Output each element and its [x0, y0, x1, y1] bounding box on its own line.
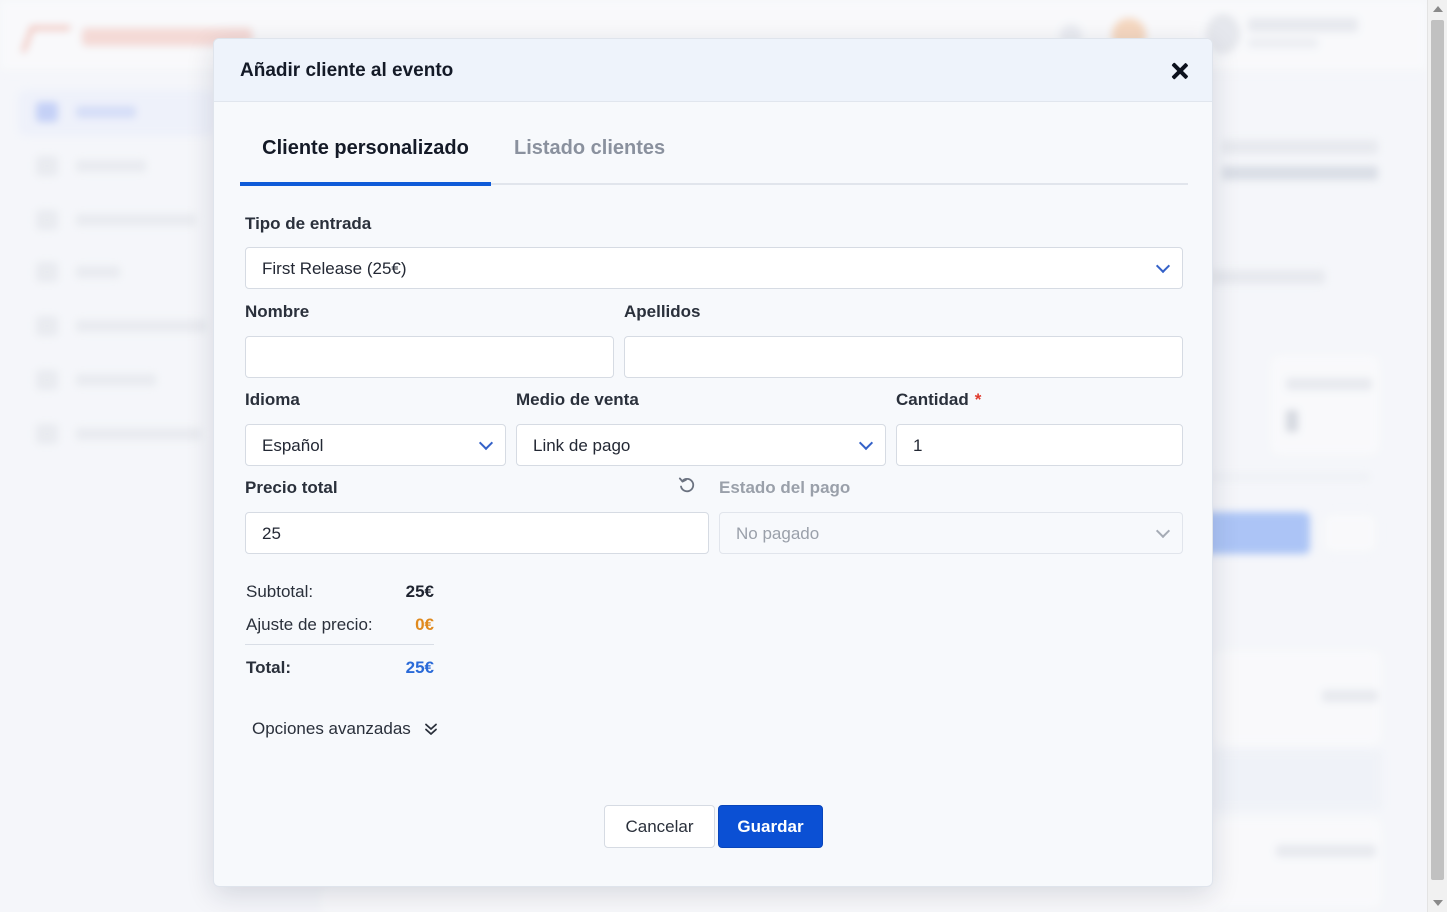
sales-channel-select[interactable]: Link de pago [516, 424, 886, 466]
payment-status-label: Estado del pago [719, 478, 851, 497]
first-name-input[interactable] [245, 336, 614, 378]
chevron-down-icon [478, 435, 494, 451]
modal-title: Añadir cliente al evento [240, 60, 454, 81]
ticket-type-value: First Release (25€) [262, 259, 407, 278]
save-button[interactable]: Guardar [718, 805, 823, 848]
tab-cliente-personalizado[interactable]: Cliente personalizado [240, 127, 491, 186]
language-label: Idioma [245, 390, 300, 409]
total-price-label: Precio total [245, 478, 338, 497]
tab-bar: Cliente personalizado Listado clientes [240, 127, 1188, 186]
payment-status-select: No pagado [719, 512, 1183, 554]
first-name-label: Nombre [245, 302, 310, 321]
reset-icon[interactable] [677, 475, 697, 495]
total-label: Total: [246, 658, 292, 677]
tab-listado-clientes[interactable]: Listado clientes [514, 127, 665, 185]
payment-status-value: No pagado [736, 524, 820, 543]
advanced-options-toggle[interactable]: Opciones avanzadas [252, 719, 411, 739]
quantity-input[interactable]: 1 [896, 424, 1183, 466]
summary-divider [245, 644, 434, 645]
required-mark: * [974, 390, 982, 409]
total-price-input[interactable]: 25 [245, 512, 709, 554]
sales-channel-label: Medio de venta [516, 390, 639, 409]
cancel-button[interactable]: Cancelar [604, 805, 715, 848]
ticket-type-select[interactable]: First Release (25€) [245, 247, 1183, 289]
last-name-label: Apellidos [624, 302, 701, 321]
chevron-down-icon [1155, 523, 1171, 539]
quantity-label: Cantidad * [896, 390, 981, 410]
language-value: Español [262, 436, 324, 455]
total-value: 25€ [405, 658, 434, 677]
language-select[interactable]: Español [245, 424, 506, 466]
last-name-input[interactable] [624, 336, 1183, 378]
quantity-label-text: Cantidad [896, 390, 969, 409]
modal-header: Añadir cliente al evento [214, 39, 1212, 102]
price-adjustment-value: 0€ [415, 615, 434, 634]
chevron-double-down-icon[interactable] [423, 721, 439, 737]
scroll-down-arrow-icon[interactable] [1433, 900, 1443, 906]
scrollbar-thumb[interactable] [1431, 20, 1444, 880]
subtotal-label: Subtotal: [246, 582, 314, 601]
close-icon[interactable] [1168, 59, 1192, 83]
page-scrollbar[interactable] [1427, 0, 1447, 912]
ticket-type-label: Tipo de entrada [245, 214, 372, 233]
price-adjustment-label: Ajuste de precio: [246, 615, 373, 634]
chevron-down-icon [858, 435, 874, 451]
chevron-down-icon [1155, 258, 1171, 274]
subtotal-value: 25€ [405, 582, 434, 601]
scroll-up-arrow-icon[interactable] [1433, 6, 1443, 12]
sales-channel-value: Link de pago [533, 436, 631, 455]
add-client-modal: Añadir cliente al evento Cliente persona… [213, 38, 1213, 887]
